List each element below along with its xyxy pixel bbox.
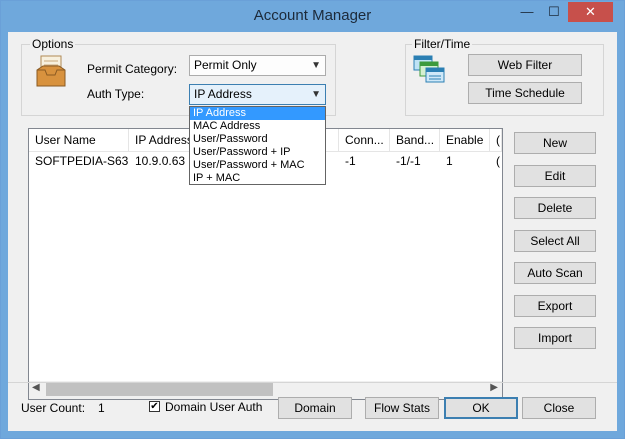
auth-type-value: IP Address — [194, 87, 252, 101]
cell-connections: -1 — [345, 154, 356, 168]
auth-option-user-password[interactable]: User/Password — [190, 133, 325, 146]
select-all-button[interactable]: Select All — [514, 230, 596, 252]
import-button[interactable]: Import — [514, 327, 596, 349]
edit-button[interactable]: Edit — [514, 165, 596, 187]
user-count-value: 1 — [98, 401, 105, 415]
account-manager-window: Account Manager — ☐ ✕ Options Permit Cat… — [0, 0, 625, 439]
close-window-button[interactable]: ✕ — [568, 2, 613, 22]
footer-divider — [8, 382, 617, 383]
scrollbar-thumb[interactable] — [46, 383, 273, 396]
permit-category-value: Permit Only — [194, 58, 257, 72]
schedule-windows-icon — [412, 54, 446, 89]
column-header-connections[interactable]: Conn... — [339, 129, 390, 151]
maximize-button[interactable]: ☐ — [541, 2, 567, 22]
auth-option-user-password-ip[interactable]: User/Password + IP — [190, 146, 325, 159]
column-header-enable[interactable]: Enable — [440, 129, 490, 151]
export-button[interactable]: Export — [514, 295, 596, 317]
web-filter-button[interactable]: Web Filter — [468, 54, 582, 76]
chevron-down-icon: ▼ — [311, 60, 321, 71]
delete-button[interactable]: Delete — [514, 197, 596, 219]
column-header-bandwidth[interactable]: Band... — [390, 129, 440, 151]
scroll-right-icon[interactable]: ▶ — [490, 382, 498, 393]
permit-category-label: Permit Category: — [87, 62, 178, 76]
permit-category-select[interactable]: Permit Only ▼ — [189, 55, 326, 76]
close-button[interactable]: Close — [522, 397, 596, 419]
title-bar[interactable]: Account Manager — ☐ ✕ — [1, 1, 624, 32]
column-header-extra[interactable]: ( — [490, 129, 502, 151]
new-button[interactable]: New — [514, 132, 596, 154]
cell-extra: ( — [496, 154, 500, 168]
auth-option-ip-mac[interactable]: IP + MAC — [190, 172, 325, 185]
ok-button[interactable]: OK — [444, 397, 518, 419]
auth-option-ip-address[interactable]: IP Address — [190, 107, 325, 120]
time-schedule-button[interactable]: Time Schedule — [468, 82, 582, 104]
cell-user-name: SOFTPEDIA-S63 — [35, 154, 129, 168]
column-header-user-name[interactable]: User Name — [29, 129, 129, 151]
user-count-label: User Count: — [21, 401, 86, 415]
domain-user-auth-checkbox[interactable]: ✔ — [149, 401, 160, 412]
auto-scan-button[interactable]: Auto Scan — [514, 262, 596, 284]
flow-stats-button[interactable]: Flow Stats — [365, 397, 439, 419]
auth-type-select[interactable]: IP Address ▼ — [189, 84, 326, 105]
options-group-label: Options — [30, 37, 76, 51]
chevron-down-icon: ▼ — [311, 89, 321, 100]
auth-option-mac-address[interactable]: MAC Address — [190, 120, 325, 133]
auth-type-dropdown-list[interactable]: IP Address MAC Address User/Password Use… — [189, 106, 326, 185]
domain-user-auth-label: Domain User Auth — [165, 400, 263, 414]
domain-button[interactable]: Domain — [278, 397, 352, 419]
minimize-button[interactable]: — — [514, 2, 540, 22]
dialog-client-area: Options Permit Category: Permit Only ▼ A… — [8, 32, 617, 431]
auth-type-label: Auth Type: — [87, 87, 145, 101]
auth-option-user-password-mac[interactable]: User/Password + MAC — [190, 159, 325, 172]
cell-enable: 1 — [446, 154, 453, 168]
cell-bandwidth: -1/-1 — [396, 154, 421, 168]
scroll-left-icon[interactable]: ◀ — [32, 382, 40, 393]
filter-time-group-label: Filter/Time — [412, 37, 473, 51]
inbox-tray-icon — [35, 54, 67, 93]
